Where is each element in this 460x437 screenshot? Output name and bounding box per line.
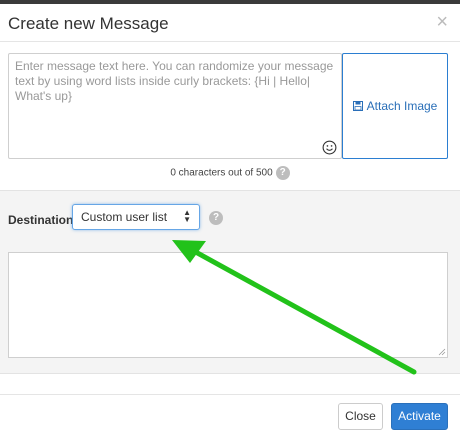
message-textarea[interactable] (9, 54, 341, 158)
select-arrows-icon: ▲ ▼ (183, 208, 191, 224)
floppy-disk-icon (352, 101, 363, 111)
help-icon[interactable]: ? (275, 166, 290, 180)
destination-help-icon[interactable]: ? (209, 211, 223, 225)
attach-image-button[interactable]: Attach Image (342, 53, 448, 159)
smiley-icon[interactable] (322, 140, 337, 155)
close-icon[interactable]: × (436, 12, 448, 32)
destination-section: Destination Custom user list ▲ ▼ ? (0, 190, 460, 374)
modal-title: Create new Message (8, 14, 169, 33)
character-counter-text: 0 characters out of 500 (170, 167, 273, 179)
destination-selected-value: Custom user list (81, 210, 168, 224)
footer-divider (0, 394, 460, 395)
custom-user-list-box (8, 252, 448, 358)
activate-button[interactable]: Activate (391, 403, 448, 430)
destination-label: Destination (8, 213, 74, 227)
close-button[interactable]: Close (338, 403, 383, 430)
modal-header: Create new Message × (0, 4, 460, 42)
destination-select[interactable]: Custom user list ▲ ▼ (72, 204, 200, 230)
message-text-box (8, 53, 342, 159)
attach-image-label: Attach Image (366, 99, 438, 113)
character-counter: 0 characters out of 500? (0, 166, 460, 181)
custom-user-list-textarea[interactable] (9, 253, 447, 357)
